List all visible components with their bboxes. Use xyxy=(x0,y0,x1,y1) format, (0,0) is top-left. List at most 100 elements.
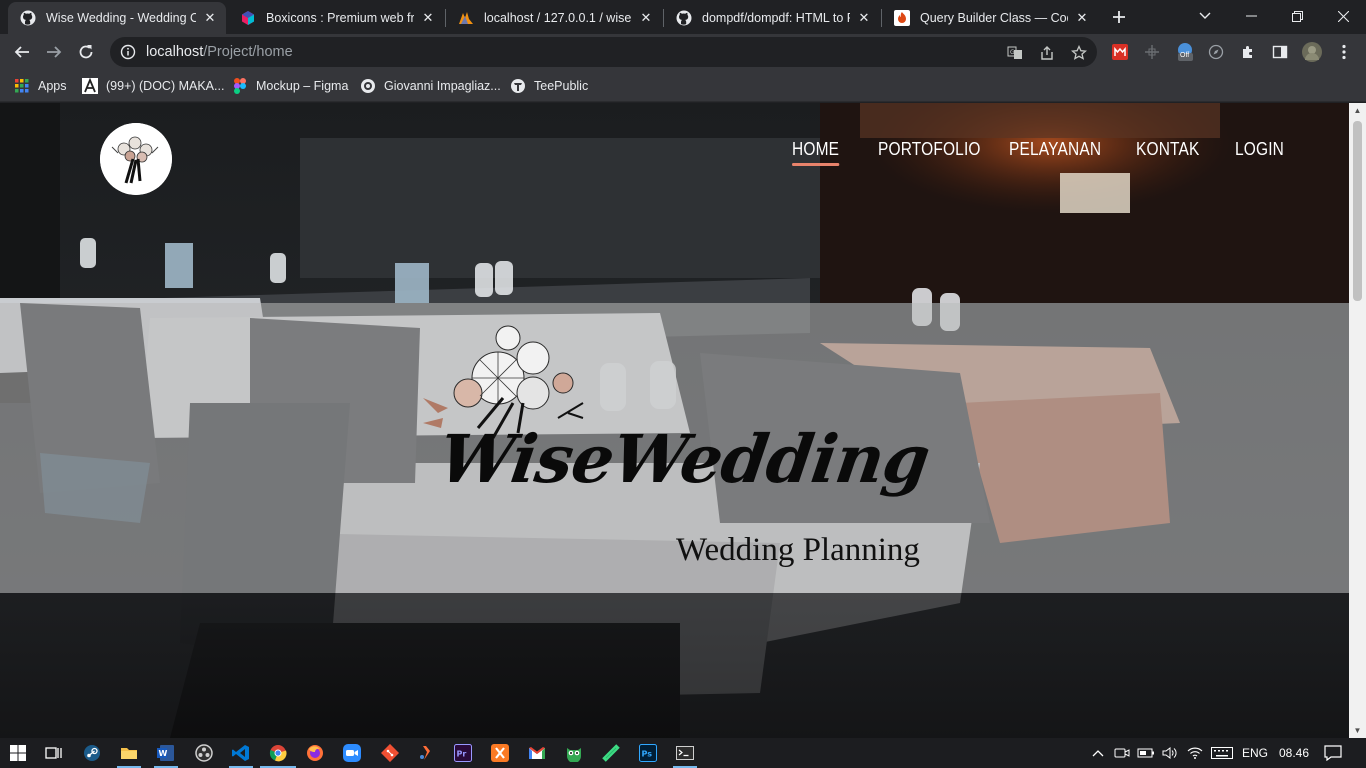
figma-icon xyxy=(232,78,248,94)
terminal-icon[interactable] xyxy=(673,741,697,768)
boxicons-icon xyxy=(240,10,256,26)
gmail-icon[interactable] xyxy=(525,741,549,765)
scroll-thumb[interactable] xyxy=(1353,121,1362,301)
translate-icon[interactable]: G xyxy=(1006,44,1024,62)
bookmark-teepublic[interactable]: TeePublic xyxy=(510,76,588,96)
address-bar[interactable]: localhost/Project/home G xyxy=(110,37,1097,67)
wifi-icon[interactable] xyxy=(1186,745,1204,761)
tab-boxicons[interactable]: Boxicons : Premium web frie ✕ xyxy=(228,2,444,34)
bookmark-giovanni[interactable]: Giovanni Impagliaz... xyxy=(360,76,501,96)
word-icon[interactable]: W xyxy=(154,741,178,768)
photoshop-icon[interactable]: Ps xyxy=(636,741,660,765)
xampp-icon[interactable] xyxy=(488,741,512,765)
bookmark-label: TeePublic xyxy=(534,79,589,93)
task-view-icon[interactable] xyxy=(42,741,66,765)
nav-kontak[interactable]: KONTAK xyxy=(1136,139,1200,160)
nav-login[interactable]: LOGIN xyxy=(1235,139,1284,160)
obs-icon[interactable] xyxy=(192,741,216,765)
site-logo[interactable] xyxy=(100,123,172,195)
extension-badge: Off xyxy=(1180,52,1190,59)
clock[interactable]: 08.46 xyxy=(1276,745,1312,761)
globe-icon xyxy=(360,78,376,94)
close-icon[interactable]: ✕ xyxy=(638,10,654,26)
zoom-icon[interactable] xyxy=(340,741,364,765)
tab-title: Boxicons : Premium web frie xyxy=(266,11,414,25)
profile-avatar[interactable] xyxy=(1302,42,1322,62)
close-icon[interactable]: ✕ xyxy=(856,10,872,26)
windows-taskbar: W Pr Ps ENG 08.46 xyxy=(0,738,1366,768)
tab-wise-wedding[interactable]: Wise Wedding - Wedding Or ✕ xyxy=(8,2,226,34)
postman-icon[interactable] xyxy=(414,741,438,765)
menu-kebab-icon[interactable] xyxy=(1334,42,1354,62)
url-text: localhost/Project/home xyxy=(146,44,293,60)
owl-icon[interactable] xyxy=(562,741,586,765)
github-icon xyxy=(676,10,692,26)
forward-button[interactable] xyxy=(40,38,68,66)
vscode-icon[interactable] xyxy=(229,741,253,768)
scroll-up-icon[interactable]: ▲ xyxy=(1353,106,1362,115)
bookmark-academia[interactable]: (99+) (DOC) MAKA... xyxy=(82,76,224,96)
star-icon[interactable] xyxy=(1070,44,1088,62)
svg-text:G: G xyxy=(1010,49,1015,56)
file-explorer-icon[interactable] xyxy=(117,741,141,768)
back-button[interactable] xyxy=(8,38,36,66)
tab-strip: Wise Wedding - Wedding Or ✕ Boxicons : P… xyxy=(0,0,1366,34)
academia-icon xyxy=(82,78,98,94)
off-extension-icon[interactable]: Off xyxy=(1175,42,1195,62)
scroll-down-icon[interactable]: ▼ xyxy=(1353,726,1362,735)
browser-toolbar: localhost/Project/home G Off xyxy=(0,34,1366,70)
steam-icon[interactable] xyxy=(80,741,104,765)
volume-icon[interactable] xyxy=(1161,745,1179,761)
start-icon[interactable] xyxy=(6,741,30,765)
nav-pelayanan[interactable]: PELAYANAN xyxy=(1009,139,1101,160)
meet-now-icon[interactable] xyxy=(1113,745,1131,761)
new-tab-button[interactable] xyxy=(1108,6,1130,28)
reload-button[interactable] xyxy=(72,38,100,66)
tab-title: dompdf/dompdf: HTML to P xyxy=(702,11,850,25)
git-icon[interactable] xyxy=(378,741,402,765)
codeigniter-icon xyxy=(894,10,910,26)
chrome-icon[interactable] xyxy=(260,741,296,768)
tab-codeigniter[interactable]: Query Builder Class — CodeI ✕ xyxy=(882,2,1098,34)
mendeley-extension-icon[interactable] xyxy=(1110,42,1130,62)
minimize-button[interactable] xyxy=(1228,0,1274,32)
hero-brand: WiseWedding Wedding Planning xyxy=(400,318,960,588)
notification-icon[interactable] xyxy=(1322,745,1344,761)
bookmark-label: (99+) (DOC) MAKA... xyxy=(106,79,225,93)
github-icon xyxy=(20,10,36,26)
extensions-puzzle-icon[interactable] xyxy=(1238,42,1258,62)
android-icon[interactable] xyxy=(599,741,623,765)
info-icon[interactable] xyxy=(120,44,136,60)
share-icon[interactable] xyxy=(1038,44,1056,62)
page-scrollbar[interactable]: ▲ ▼ xyxy=(1349,103,1366,738)
bookmark-apps[interactable]: Apps xyxy=(14,76,67,96)
close-window-button[interactable] xyxy=(1320,0,1366,32)
bookmark-figma[interactable]: Mockup – Figma xyxy=(232,76,348,96)
tab-search-button[interactable] xyxy=(1182,0,1228,32)
firefox-icon[interactable] xyxy=(303,741,327,765)
restore-button[interactable] xyxy=(1274,0,1320,32)
apps-grid-icon xyxy=(14,78,30,94)
battery-icon[interactable] xyxy=(1137,745,1155,761)
compass-extension-icon[interactable] xyxy=(1206,42,1226,62)
tray-chevron-up-icon[interactable] xyxy=(1090,745,1106,761)
tab-title: Query Builder Class — CodeI xyxy=(920,11,1068,25)
brand-title: WiseWedding xyxy=(434,420,934,498)
tab-title: Wise Wedding - Wedding Or xyxy=(46,11,196,25)
page-viewport: HOME PORTOFOLIO PELAYANAN KONTAK LOGIN W… xyxy=(0,103,1349,738)
close-icon[interactable]: ✕ xyxy=(202,10,218,26)
nav-home[interactable]: HOME xyxy=(792,139,839,166)
bouquet-logo-icon xyxy=(100,123,172,195)
tab-phpmyadmin[interactable]: localhost / 127.0.0.1 / wise / t ✕ xyxy=(446,2,662,34)
nav-portofolio[interactable]: PORTOFOLIO xyxy=(878,139,981,160)
premiere-icon[interactable]: Pr xyxy=(451,741,475,765)
side-panel-icon[interactable] xyxy=(1270,42,1290,62)
close-icon[interactable]: ✕ xyxy=(420,10,436,26)
close-icon[interactable]: ✕ xyxy=(1074,10,1090,26)
svg-text:W: W xyxy=(159,749,168,758)
keyboard-icon[interactable] xyxy=(1210,745,1234,761)
bookmark-label: Giovanni Impagliaz... xyxy=(384,79,501,93)
ruler-extension-icon[interactable] xyxy=(1142,42,1162,62)
language-indicator[interactable]: ENG xyxy=(1240,745,1270,761)
tab-dompdf[interactable]: dompdf/dompdf: HTML to P ✕ xyxy=(664,2,880,34)
